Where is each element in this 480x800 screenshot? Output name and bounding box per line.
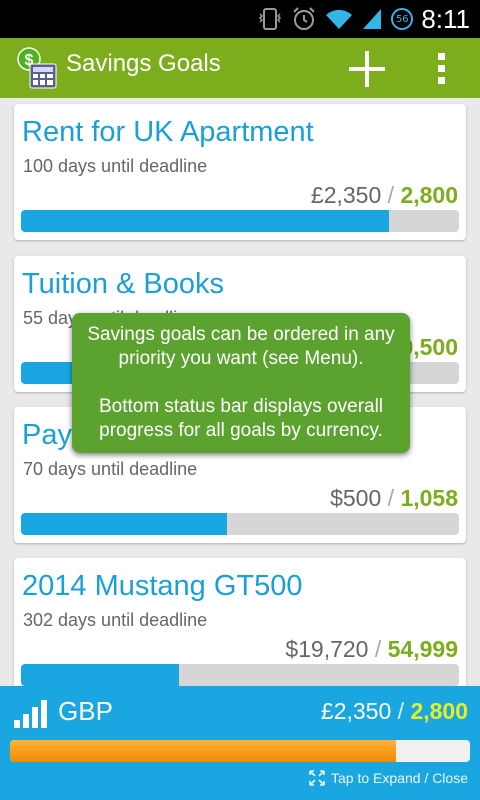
- tooltip-text-priority: Savings goals can be ordered in any prio…: [87, 324, 395, 369]
- status-icons: 56 8:11: [257, 4, 470, 34]
- goal-amounts: $500 / 1,058: [330, 485, 458, 512]
- amount-separator: /: [387, 485, 395, 511]
- target-amount: 54,999: [387, 636, 458, 662]
- amount-separator: /: [387, 182, 395, 208]
- action-bar: $ Savings Goals: [0, 38, 480, 98]
- overall-progress-fill: [10, 740, 397, 762]
- vibrate-icon: [259, 8, 282, 30]
- goal-deadline: 70 days until deadline: [23, 459, 198, 479]
- add-goal-button[interactable]: [346, 48, 388, 90]
- goal-card-mustang[interactable]: 2014 Mustang GT500 302 days until deadli…: [14, 558, 466, 686]
- bar-graph-icon: [14, 700, 47, 728]
- saved-amount: $19,720: [285, 636, 369, 662]
- goal-name: Tuition & Books: [22, 268, 225, 300]
- goal-card-rent[interactable]: Rent for UK Apartment 100 days until dea…: [14, 104, 466, 240]
- goal-progress-fill: [21, 664, 179, 686]
- clock: 8:11: [421, 3, 470, 34]
- currency-label: GBP: [58, 696, 113, 726]
- alarm-icon: [293, 7, 316, 30]
- app-logo-icon[interactable]: $: [16, 46, 60, 90]
- expand-icon: [309, 770, 325, 786]
- goal-deadline: 100 days until deadline: [23, 156, 208, 176]
- goal-progress-bar: [21, 210, 459, 232]
- goal-progress-bar: [21, 513, 459, 535]
- goal-amounts: £2,350 / 2,800: [311, 182, 458, 209]
- notification-badge: 56: [391, 8, 414, 30]
- goal-amounts: $19,720 / 54,999: [285, 636, 458, 663]
- tooltip-text-status-bar: Bottom status bar displays overall progr…: [98, 396, 384, 441]
- overall-progress-bar: [10, 740, 470, 762]
- goal-name: Pay: [22, 419, 72, 451]
- goal-progress-fill: [21, 513, 227, 535]
- goal-name: Rent for UK Apartment: [22, 116, 314, 148]
- expand-hint-label: Tap to Expand / Close: [331, 770, 468, 786]
- saved-amount: £2,350: [310, 182, 382, 208]
- target-amount: 1,058: [400, 485, 458, 511]
- goal-name: 2014 Mustang GT500: [22, 570, 303, 602]
- goal-progress-bar: [21, 664, 459, 686]
- add-icon: [349, 51, 385, 87]
- amount-separator: /: [374, 636, 382, 662]
- overall-status-bar[interactable]: GBP £2,350 / 2,800 Tap to Expand / Close: [0, 686, 480, 800]
- target-amount: 2,800: [400, 182, 458, 208]
- overall-saved-amount: £2,350: [320, 698, 392, 724]
- wifi-icon: [326, 9, 353, 29]
- status-bar: 56 8:11: [0, 0, 480, 38]
- overflow-menu-icon: [438, 53, 445, 84]
- overall-amounts: £2,350 / 2,800: [321, 698, 468, 725]
- page-title: Savings Goals: [66, 50, 221, 77]
- amount-separator: /: [397, 698, 405, 724]
- expand-hint[interactable]: Tap to Expand / Close: [309, 770, 468, 786]
- cell-signal-icon: [363, 9, 382, 29]
- overall-target-amount: 2,800: [410, 698, 468, 724]
- goal-progress-fill: [21, 210, 389, 232]
- saved-amount: $500: [330, 485, 382, 511]
- overflow-menu-button[interactable]: [432, 50, 452, 88]
- tutorial-tooltip[interactable]: Savings goals can be ordered in any prio…: [72, 313, 410, 453]
- goal-deadline: 302 days until deadline: [23, 610, 208, 630]
